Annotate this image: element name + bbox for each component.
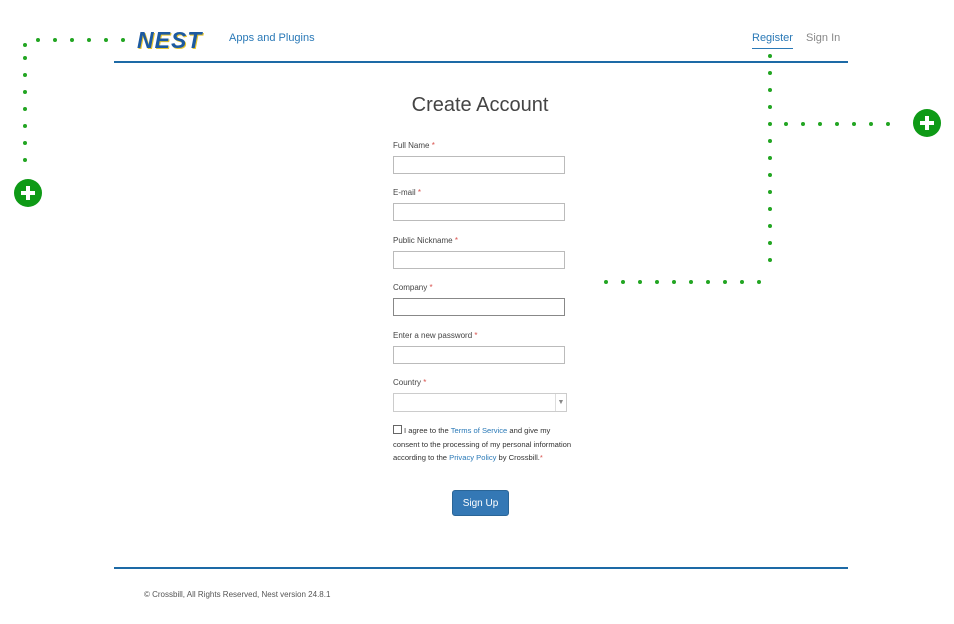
annotation-dot: [801, 122, 805, 126]
annotation-dot: [768, 122, 772, 126]
required-marker: *: [431, 141, 435, 150]
required-marker: *: [539, 453, 543, 462]
annotation-dot: [768, 71, 772, 75]
annotation-dot: [23, 107, 27, 111]
annotation-dot: [689, 280, 693, 284]
annotation-dot: [768, 224, 772, 228]
annotation-dot: [23, 43, 27, 47]
annotation-dot: [768, 258, 772, 262]
nav-register[interactable]: Register: [752, 32, 793, 49]
full-name-input[interactable]: [393, 156, 565, 174]
terms-of-service-link[interactable]: Terms of Service: [451, 426, 508, 435]
password-label: Enter a new password: [393, 331, 473, 340]
annotation-dot: [672, 280, 676, 284]
annotation-dot: [655, 280, 659, 284]
required-marker: *: [417, 188, 422, 197]
privacy-policy-link[interactable]: Privacy Policy: [449, 453, 496, 462]
required-marker: *: [429, 283, 433, 292]
annotation-dot: [604, 280, 608, 284]
annotation-dot: [852, 122, 856, 126]
required-marker: *: [423, 378, 427, 387]
terms-agreement: I agree to the Terms of Service and give…: [393, 424, 573, 465]
required-marker: *: [474, 331, 478, 340]
agree-text-3: by Crossbill.: [496, 453, 540, 462]
email-label: E-mail: [393, 188, 416, 197]
annotation-dot: [869, 122, 873, 126]
annotation-dot: [23, 73, 27, 77]
email-input[interactable]: [393, 203, 565, 221]
annotation-dot: [36, 38, 40, 42]
annotation-dot: [835, 122, 839, 126]
nav-apps-and-plugins[interactable]: Apps and Plugins: [229, 32, 315, 44]
agree-text-1: I agree to the: [404, 426, 451, 435]
annotation-dot: [23, 158, 27, 162]
annotation-dot: [70, 38, 74, 42]
country-label: Country: [393, 378, 422, 387]
annotation-dot: [784, 122, 788, 126]
required-marker: *: [454, 236, 458, 245]
annotation-dot: [53, 38, 57, 42]
public-nickname-input[interactable]: [393, 251, 565, 269]
field-password: Enter a new password *: [393, 331, 565, 365]
annotation-dot: [768, 139, 772, 143]
field-email: E-mail *: [393, 188, 565, 222]
full-name-label: Full Name: [393, 141, 430, 150]
nest-logo[interactable]: NEST: [137, 27, 202, 54]
annotation-dot: [621, 280, 625, 284]
annotation-dot: [23, 90, 27, 94]
annotation-dot: [886, 122, 890, 126]
password-input[interactable]: [393, 346, 565, 364]
page-title: Create Account: [411, 94, 549, 116]
company-input[interactable]: [393, 298, 565, 316]
annotation-dot: [768, 105, 772, 109]
plus-circle-icon[interactable]: [913, 109, 941, 137]
annotation-dot: [768, 173, 772, 177]
select-arrow-icon: ▼: [555, 394, 566, 411]
annotation-dot: [723, 280, 727, 284]
annotation-dot: [23, 124, 27, 128]
plus-circle-icon[interactable]: [14, 179, 42, 207]
annotation-dot: [23, 56, 27, 60]
annotation-dot: [740, 280, 744, 284]
annotation-dot: [87, 38, 91, 42]
annotation-dot: [706, 280, 710, 284]
annotation-dot: [768, 241, 772, 245]
nav-sign-in[interactable]: Sign In: [806, 32, 840, 44]
annotation-dot: [818, 122, 822, 126]
sign-up-button[interactable]: Sign Up: [452, 490, 509, 516]
annotation-dot: [768, 156, 772, 160]
footer-divider: [114, 567, 848, 569]
field-full-name: Full Name *: [393, 141, 565, 175]
agree-checkbox[interactable]: [393, 425, 402, 434]
annotation-dot: [768, 88, 772, 92]
annotation-dot: [757, 280, 761, 284]
field-company: Company *: [393, 283, 565, 317]
annotation-dot: [121, 38, 125, 42]
header-divider: [114, 61, 848, 63]
field-country: Country * ▼: [393, 378, 567, 412]
annotation-dot: [104, 38, 108, 42]
footer-copyright: © Crossbill, All Rights Reserved, Nest v…: [144, 590, 331, 599]
annotation-dot: [768, 190, 772, 194]
annotation-dot: [638, 280, 642, 284]
annotation-dot: [768, 54, 772, 58]
field-public-nickname: Public Nickname *: [393, 236, 565, 270]
country-select[interactable]: ▼: [393, 393, 567, 412]
public-nickname-label: Public Nickname: [393, 236, 453, 245]
company-label: Company: [393, 283, 428, 292]
annotation-dot: [23, 141, 27, 145]
annotation-dot: [768, 207, 772, 211]
